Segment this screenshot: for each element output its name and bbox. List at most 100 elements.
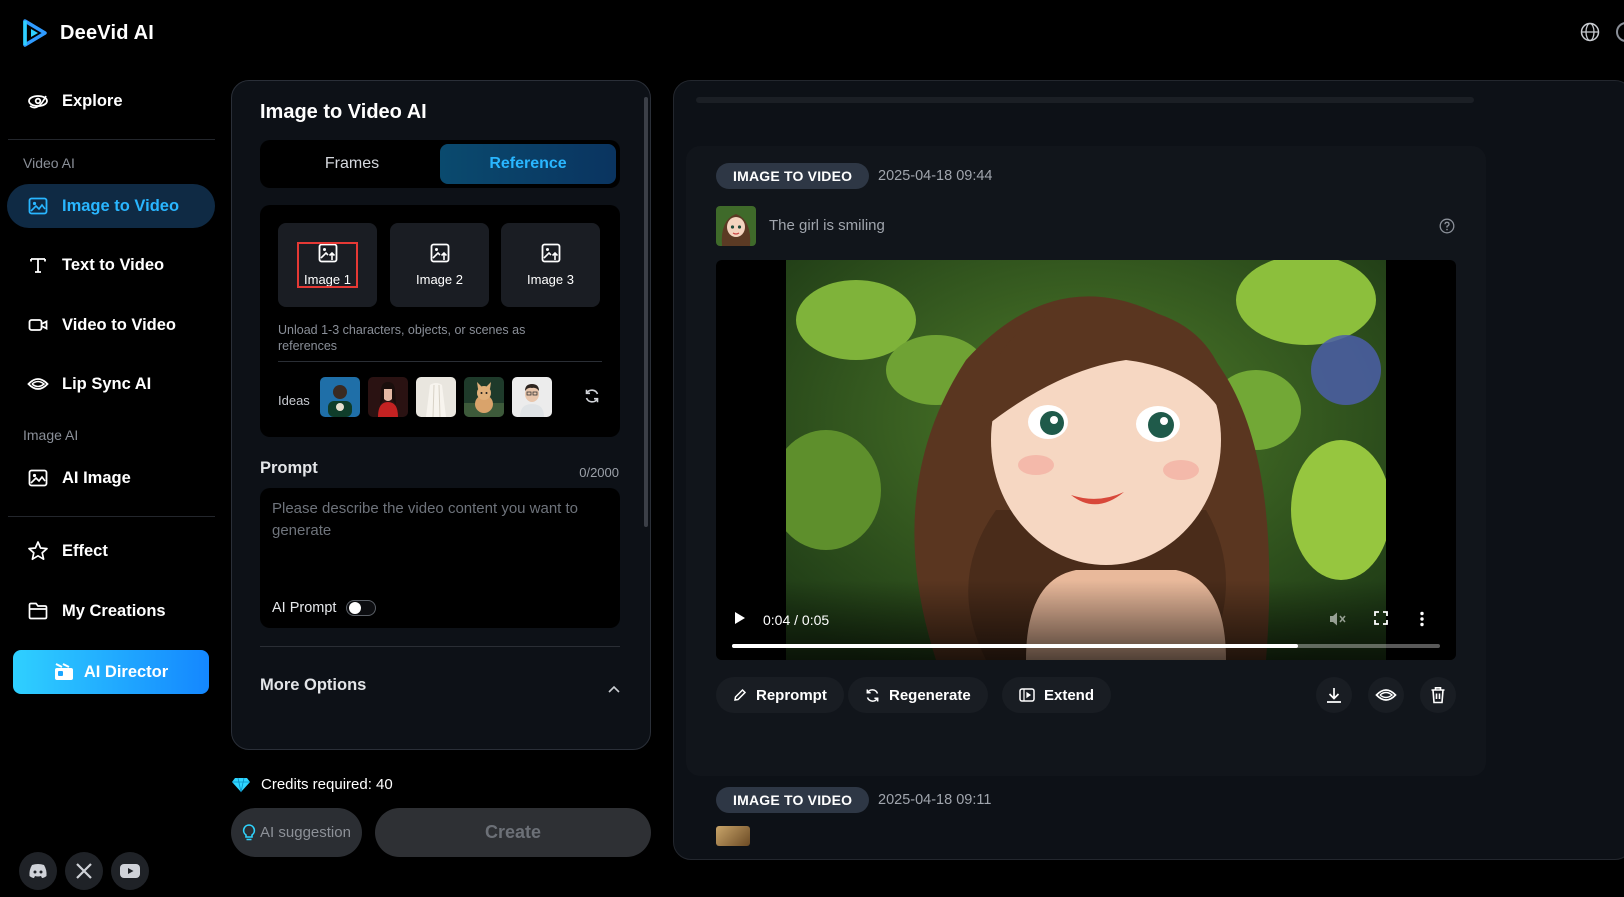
ai-image-icon <box>27 467 49 489</box>
sidebar-item-effect[interactable]: Effect <box>7 529 215 573</box>
tab-reference[interactable]: Reference <box>440 144 616 184</box>
play-button[interactable] <box>734 611 746 625</box>
more-options-button[interactable] <box>1420 611 1424 627</box>
panel-title: Image to Video AI <box>260 101 427 123</box>
panel-divider <box>260 646 620 647</box>
upload-hint: Unload 1-3 characters, objects, or scene… <box>278 323 526 353</box>
panel-scrollbar[interactable] <box>644 97 648 527</box>
prompt-char-count: 0/2000 <box>579 465 619 480</box>
result-date: 2025-04-18 09:44 <box>878 168 993 184</box>
image-slot-1[interactable]: Image 1 <box>278 223 377 307</box>
regenerate-button[interactable]: Regenerate <box>848 677 988 713</box>
image-upload-icon <box>318 243 337 263</box>
sidebar-item-image-to-video[interactable]: Image to Video <box>7 184 215 228</box>
video-player[interactable]: 0:04 / 0:05 <box>716 260 1456 660</box>
more-options-label[interactable]: More Options <box>260 676 366 695</box>
discord-icon <box>29 864 47 878</box>
brand[interactable]: DeeVid AI <box>22 19 154 47</box>
more-options-toggle[interactable] <box>608 685 620 693</box>
extend-button[interactable]: Extend <box>1002 677 1112 713</box>
ideas-label: Ideas <box>278 393 310 408</box>
mute-icon <box>1330 612 1346 626</box>
fullscreen-icon <box>1374 611 1388 625</box>
text-icon <box>27 254 49 276</box>
image-upload-icon <box>430 243 449 263</box>
sidebar-item-label: Video to Video <box>62 315 176 334</box>
preview-button[interactable] <box>1368 677 1404 713</box>
refresh-icon <box>585 389 599 403</box>
slot-label: Image 3 <box>527 272 574 287</box>
sidebar-item-video-to-video[interactable]: Video to Video <box>7 303 215 347</box>
idea-thumbnail[interactable] <box>512 377 552 417</box>
image-slot-3[interactable]: Image 3 <box>501 223 600 307</box>
account-button[interactable] <box>1616 22 1624 42</box>
result-type-badge: IMAGE TO VIDEO <box>716 163 870 189</box>
sidebar-divider <box>8 139 215 140</box>
image-upload-icon <box>541 243 560 263</box>
mute-button[interactable] <box>1328 611 1346 627</box>
play-icon <box>735 612 745 624</box>
reprompt-button[interactable]: Reprompt <box>716 677 844 713</box>
language-button[interactable] <box>1580 22 1600 42</box>
prompt-label: Prompt <box>260 459 318 477</box>
eye-icon <box>27 373 49 395</box>
ai-prompt-label: AI Prompt <box>272 600 337 616</box>
prompt-input[interactable]: Please describe the video content you wa… <box>260 488 620 628</box>
discord-button[interactable] <box>19 852 57 890</box>
kebab-icon <box>1420 611 1424 627</box>
idea-thumbnail[interactable] <box>416 377 456 417</box>
deevid-logo-icon <box>23 19 47 47</box>
download-icon <box>1327 688 1341 703</box>
youtube-button[interactable] <box>111 852 149 890</box>
sidebar-item-text-to-video[interactable]: Text to Video <box>7 243 215 287</box>
slot-label: Image 2 <box>416 272 463 287</box>
sidebar-item-label: Explore <box>62 91 123 110</box>
globe-icon <box>1580 22 1600 42</box>
sidebar-item-label: Text to Video <box>62 255 165 274</box>
generator-panel: Image to Video AI Frames Reference Image… <box>231 80 651 750</box>
tab-frames[interactable]: Frames <box>264 144 440 184</box>
trash-icon <box>1431 687 1445 704</box>
prompt-placeholder: Please describe the video content you wa… <box>272 500 579 539</box>
sidebar-divider <box>8 516 215 517</box>
sidebar-item-lip-sync-ai[interactable]: Lip Sync AI <box>7 362 215 406</box>
sidebar-item-label: Image to Video <box>62 196 180 215</box>
results-panel: IMAGE TO VIDEO 2025-04-18 09:44 The girl… <box>673 80 1624 860</box>
result-reference-thumbnail[interactable] <box>716 826 750 846</box>
pencil-icon <box>734 688 747 701</box>
idea-thumbnail[interactable] <box>464 377 504 417</box>
sidebar-item-my-creations[interactable]: My Creations <box>7 589 215 633</box>
ai-director-button[interactable]: AI Director <box>13 650 209 694</box>
sidebar-item-explore[interactable]: Explore <box>7 79 215 123</box>
section-label-video-ai: Video AI <box>23 155 75 171</box>
delete-button[interactable] <box>1420 677 1456 713</box>
image-slot-2[interactable]: Image 2 <box>390 223 489 307</box>
refresh-ideas-button[interactable] <box>584 388 600 404</box>
extend-icon <box>1019 688 1035 702</box>
director-icon <box>54 663 73 680</box>
action-label: Regenerate <box>889 686 971 704</box>
sidebar-item-ai-image[interactable]: AI Image <box>7 456 215 500</box>
results-top-bar <box>696 97 1474 103</box>
fullscreen-button[interactable] <box>1374 611 1388 625</box>
download-button[interactable] <box>1316 677 1352 713</box>
idea-thumbnail[interactable] <box>320 377 360 417</box>
idea-thumbnail[interactable] <box>368 377 408 417</box>
result-type-badge: IMAGE TO VIDEO <box>716 787 870 813</box>
ai-director-label: AI Director <box>83 662 169 681</box>
help-button[interactable] <box>1439 218 1455 234</box>
sidebar-item-label: AI Image <box>62 468 131 487</box>
video-progress-bar[interactable] <box>732 644 1440 648</box>
sidebar-item-label: My Creations <box>62 601 166 620</box>
folder-icon <box>27 600 49 622</box>
explore-icon <box>27 90 49 112</box>
video-progress-fill <box>732 644 1299 648</box>
create-button[interactable]: Create <box>375 808 651 857</box>
ai-suggestion-button[interactable]: AI suggestion <box>231 808 362 857</box>
x-button[interactable] <box>65 852 103 890</box>
action-label: Extend <box>1044 686 1095 704</box>
regenerate-icon <box>866 688 879 702</box>
result-reference-thumbnail[interactable] <box>716 206 756 246</box>
ai-prompt-toggle[interactable] <box>346 600 377 616</box>
ai-prompt-toggle-row: AI Prompt <box>272 600 377 616</box>
